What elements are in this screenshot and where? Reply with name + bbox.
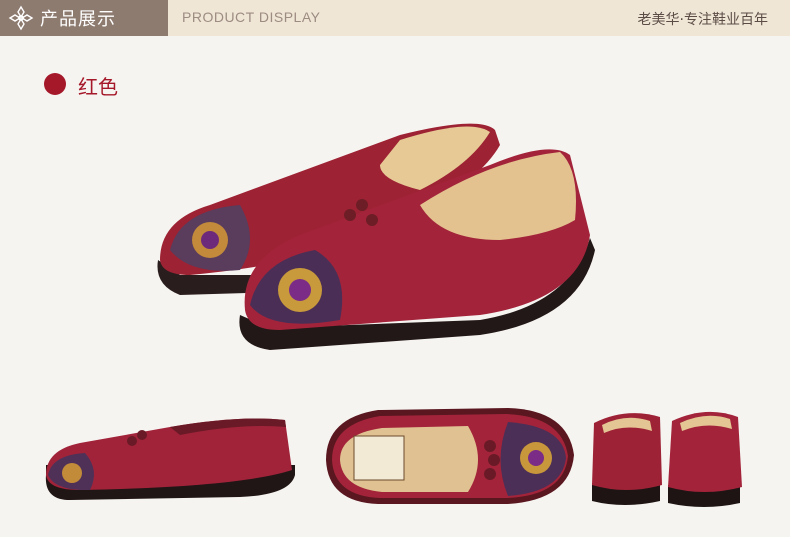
top-view-photo [318, 400, 580, 510]
main-pair-photo [150, 110, 620, 360]
side-view-photo [40, 405, 300, 510]
section-subtitle: PRODUCT DISPLAY [182, 9, 321, 25]
flower-ornament-icon [8, 5, 34, 31]
header-title-block: 产品展示 [0, 0, 168, 36]
header-bar: 产品展示 PRODUCT DISPLAY 老美华·专注鞋业百年 [0, 0, 790, 36]
section-title: 产品展示 [40, 9, 116, 30]
color-swatch [44, 73, 66, 95]
back-view-photo [588, 405, 758, 510]
color-label: 红色 [78, 75, 118, 99]
brand-slogan: 老美华·专注鞋业百年 [637, 12, 768, 28]
